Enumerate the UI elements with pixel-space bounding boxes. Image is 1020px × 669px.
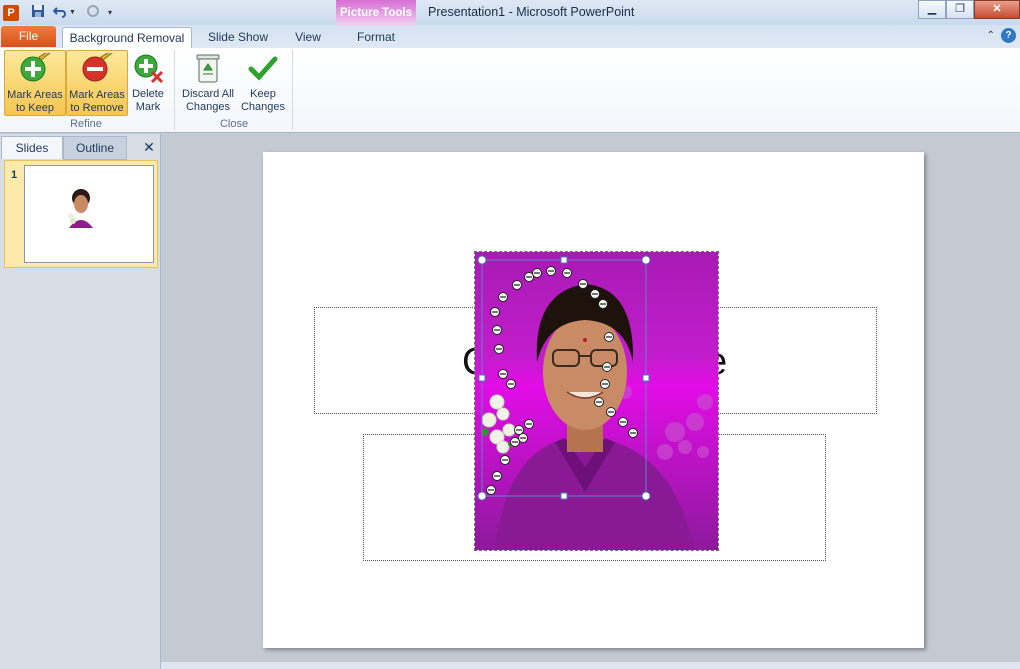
delete-mark-button[interactable]: Delete Mark xyxy=(128,50,168,114)
delete-mark-label: Delete Mark xyxy=(132,88,164,113)
title-bar: P ▼ ▾ Presentation1 - Microsoft PowerPoi… xyxy=(0,0,1020,25)
slides-pane: Slides Outline ✕ 1 xyxy=(0,134,161,669)
close-button[interactable]: ✕ xyxy=(974,0,1020,19)
save-icon[interactable] xyxy=(31,4,45,21)
delete-mark-icon xyxy=(134,54,164,84)
mark-areas-to-keep-button[interactable]: Mark Areas to Keep xyxy=(4,50,66,116)
ribbon-right-controls: ⌃ ? xyxy=(987,28,1016,43)
mark-keep-icon xyxy=(20,50,51,82)
minimize-button[interactable]: ▁ xyxy=(918,0,946,19)
minimize-ribbon-icon[interactable]: ⌃ xyxy=(987,28,995,43)
group-separator xyxy=(292,50,293,130)
customize-qat-icon[interactable]: ▾ xyxy=(108,8,112,17)
pane-tabs: Slides Outline ✕ xyxy=(0,136,160,160)
ribbon: Mark Areas to Keep Mark Areas to Remove … xyxy=(0,48,1020,133)
powerpoint-app-icon[interactable]: P xyxy=(3,4,19,21)
mark-remove-icon xyxy=(82,50,113,82)
tab-outline[interactable]: Outline xyxy=(63,136,127,160)
tab-background-removal[interactable]: Background Removal xyxy=(62,27,192,49)
group-separator xyxy=(174,50,175,130)
discard-label: Discard All Changes xyxy=(182,88,234,113)
slide-thumbnail-item[interactable]: 1 xyxy=(4,160,158,268)
tab-file[interactable]: File xyxy=(1,26,56,47)
window-title: Presentation1 - Microsoft PowerPoint xyxy=(428,5,635,19)
status-bar xyxy=(161,662,1020,669)
undo-icon[interactable] xyxy=(52,4,67,21)
close-pane-icon[interactable]: ✕ xyxy=(140,136,158,158)
slide-thumbnail[interactable] xyxy=(24,165,154,263)
window-controls: ▁ ❐ ✕ xyxy=(918,0,1020,19)
discard-recycle-bin-icon xyxy=(196,54,220,83)
ribbon-tabs: File Background Removal Slide Show View … xyxy=(0,25,1020,49)
redo-icon xyxy=(86,4,100,21)
group-close-label: Close xyxy=(219,118,249,130)
undo-dropdown-icon[interactable]: ▼ xyxy=(69,9,76,16)
mark-keep-label: Mark Areas to Keep xyxy=(7,89,63,114)
tab-slide-show[interactable]: Slide Show xyxy=(202,27,274,48)
keep-changes-label: Keep Changes xyxy=(240,88,286,113)
mark-areas-to-remove-button[interactable]: Mark Areas to Remove xyxy=(66,50,128,116)
maximize-button[interactable]: ❐ xyxy=(946,0,974,19)
picture-tools-label: Picture Tools xyxy=(340,7,412,19)
tab-format[interactable]: Format xyxy=(346,27,406,48)
slide-number: 1 xyxy=(11,169,18,181)
quick-access-toolbar: P ▼ ▾ xyxy=(0,0,112,25)
discard-all-changes-button[interactable]: Discard All Changes xyxy=(179,50,237,114)
tab-view[interactable]: View xyxy=(288,27,328,48)
checkmark-icon xyxy=(248,56,278,81)
thumbnail-photo xyxy=(68,189,93,228)
portrait-photo xyxy=(475,252,718,550)
keep-changes-button[interactable]: Keep Changes xyxy=(238,50,288,114)
tab-slides[interactable]: Slides xyxy=(1,136,63,159)
mark-remove-label: Mark Areas to Remove xyxy=(69,89,125,114)
group-refine-label: Refine xyxy=(70,118,102,130)
background-removal-picture[interactable] xyxy=(474,251,719,551)
help-icon[interactable]: ? xyxy=(1001,28,1016,43)
